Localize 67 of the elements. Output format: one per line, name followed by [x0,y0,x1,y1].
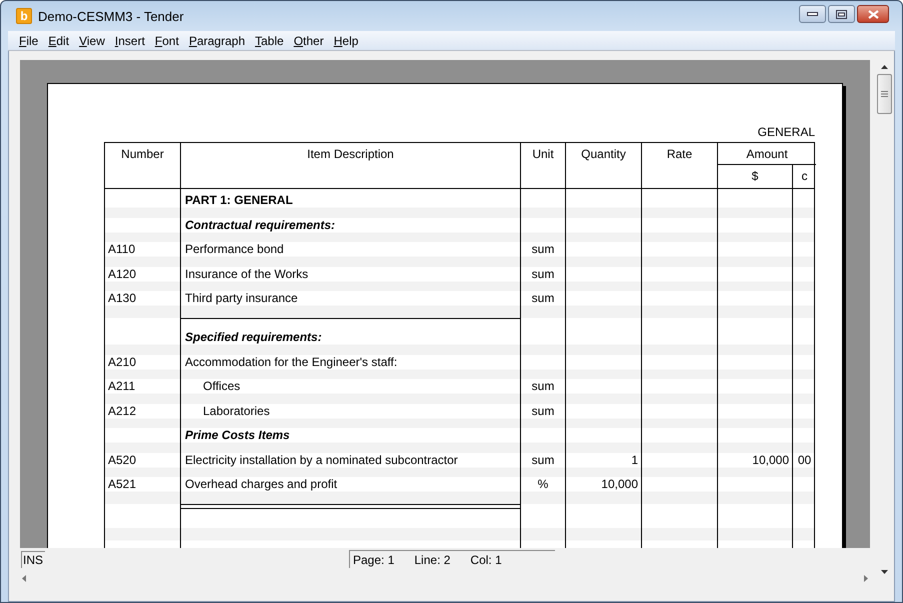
item-description: Overhead charges and profit [185,477,338,491]
app-logo-icon: b [16,8,32,24]
item-number: A120 [108,266,136,280]
item-number: A521 [108,477,136,491]
column-header: Amount [718,143,816,165]
quantity-cell: 1 [631,452,638,466]
item-number: A210 [108,354,136,368]
page-indicator: Page: 1 [353,552,394,568]
quantity-cell: 10,000 [601,477,638,491]
scroll-left-icon[interactable] [22,574,26,582]
item-number: A110 [108,242,136,256]
item-number: A520 [108,452,136,466]
menu-item[interactable]: Other [288,32,329,48]
scroll-right-icon[interactable] [864,574,868,582]
unit-cell: sum [532,379,554,393]
minimize-button[interactable] [799,5,826,23]
item-description: Accommodation for the Engineer's staff: [185,354,398,368]
unit-cell: sum [532,266,554,280]
menu-item[interactable]: Insert [110,32,150,48]
item-number: A211 [108,379,136,393]
item-description: Offices [203,379,240,393]
close-icon [868,10,878,18]
item-number: A212 [108,404,136,418]
insert-mode-indicator: INS [21,550,45,568]
minimize-icon [807,12,818,16]
scrollbar-thumb[interactable] [876,74,892,114]
unit-cell: sum [532,404,554,418]
column-header: c [800,168,808,185]
menu-item[interactable]: Help [328,32,364,48]
item-description: Performance bond [185,242,284,256]
menu-item[interactable]: Paragraph [184,32,250,48]
column-indicator: Col: 1 [470,552,502,568]
maximize-button[interactable] [828,5,855,23]
item-description: Third party insurance [185,291,298,305]
unit-cell: sum [532,291,554,305]
menu-item[interactable]: View [74,32,110,48]
column-header: Rate [642,143,718,188]
column-header: Quantity [566,143,642,188]
menu-item[interactable]: Font [150,32,184,48]
section-heading: PART 1: GENERAL [185,193,293,207]
column-header: $ [718,165,793,188]
window-title: Demo-CESMM3 - Tender [38,8,185,24]
menu-item[interactable]: Table [250,32,289,48]
section-label: GENERAL [758,125,815,140]
line-indicator: Line: 2 [414,552,450,568]
maximize-icon [836,10,847,18]
unit-cell: % [538,477,548,491]
unit-cell: sum [532,452,554,466]
grip-icon [880,91,888,97]
menu-item[interactable]: File [14,32,44,48]
column-header: Item Description [181,143,521,188]
scroll-up-icon[interactable] [880,65,888,69]
column-header: Unit [521,143,566,188]
unit-cell: sum [532,242,554,256]
item-description: Laboratories [203,404,270,418]
scroll-down-icon[interactable] [880,570,888,574]
amount-dollars-cell: 10,000 [752,452,789,466]
amount-cents-cell: 00 [798,452,812,466]
column-header: Number [105,143,181,188]
close-button[interactable] [857,5,889,23]
item-number: A130 [108,291,136,305]
item-description: Insurance of the Works [185,266,308,280]
item-description: Electricity installation by a nominated subcontractor [185,452,458,466]
subsection-heading: Contractual requirements: [185,218,336,232]
subsection-heading: Prime Costs Items [185,428,290,442]
subsection-heading: Specified requirements: [185,330,322,344]
menu-item[interactable]: Edit [43,32,74,48]
